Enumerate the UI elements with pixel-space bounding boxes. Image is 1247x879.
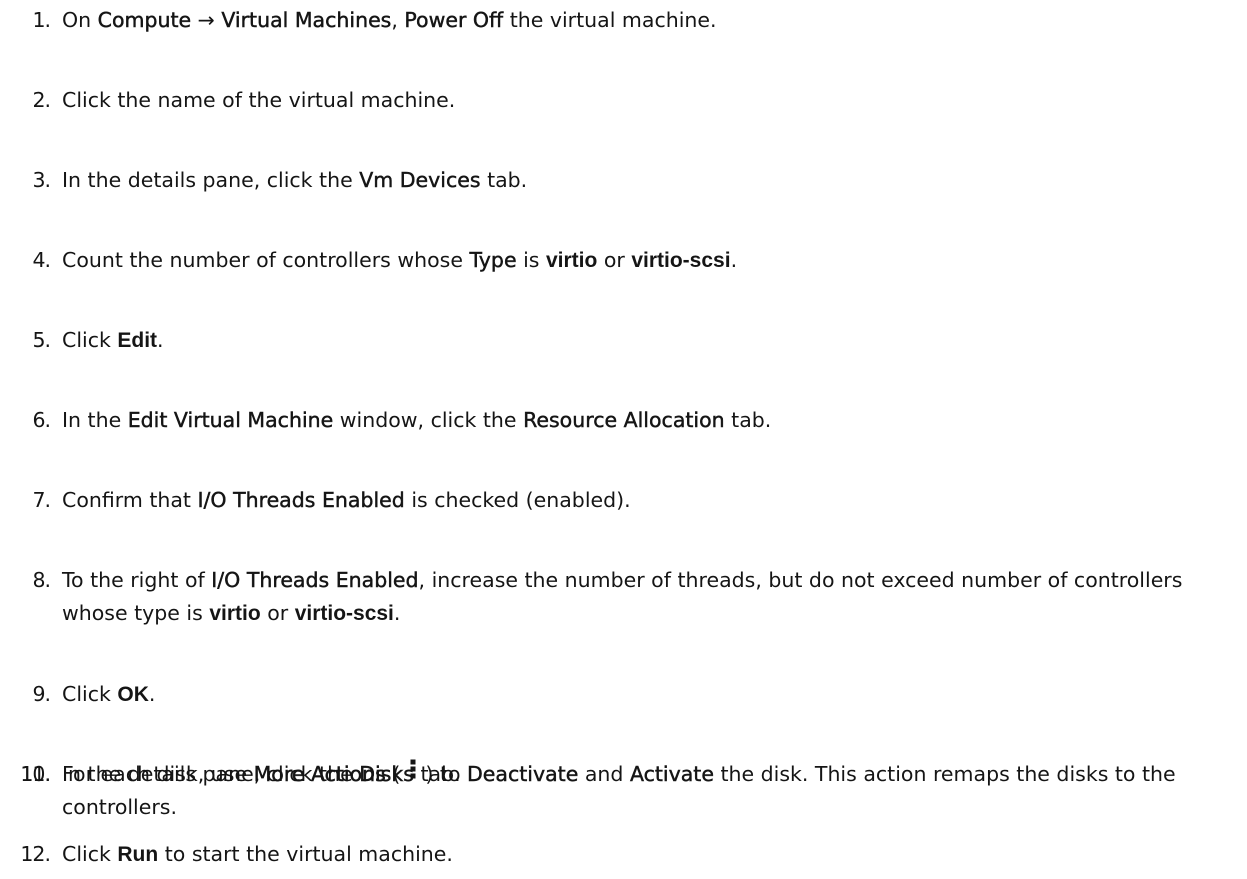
kebab-icon [410,759,416,779]
step-number: 6. [32,408,51,432]
step-fragment: tab. [480,168,528,192]
ui-term: Power Off [404,8,504,32]
step-fragment: In the [62,408,128,432]
step-text: In the details pane, click the Vm Device… [62,164,1227,197]
step-fragment: or [597,248,632,272]
ui-term: I/O Threads Enabled [211,568,419,592]
step-fragment: is [516,248,546,272]
step-fragment: Click [62,842,118,866]
ui-term: Edit Virtual Machine [127,408,334,432]
step-text: Confirm that I/O Threads Enabled is chec… [62,484,1227,517]
step-fragment: or [260,601,295,625]
step-text: Click the name of the virtual machine. [62,84,1227,117]
command-term: virtio [209,602,261,625]
step-number: 9. [32,682,51,706]
step-number: 5. [32,328,51,352]
ui-term: Type [469,248,517,272]
step-fragment: the virtual machine. [503,8,717,32]
step-fragment: . [157,328,164,352]
step-number: 12. [20,842,51,866]
step-fragment: to start the virtual machine. [158,842,453,866]
step-fragment: On [62,8,98,32]
step-fragment: → [191,8,222,32]
step-text: On Compute → Virtual Machines, Power Off… [62,4,1227,37]
step-number: 3. [32,168,51,192]
step-fragment: Count the number of controllers whose [62,248,470,272]
step-number: 1. [32,8,51,32]
ui-term: I/O Threads Enabled [197,488,405,512]
step-fragment: Confirm that [62,488,198,512]
ui-term: More Actions [253,762,386,786]
command-term: virtio [545,249,598,272]
step-fragment: . [148,682,156,706]
step-fragment: . [730,248,738,272]
ui-term: Virtual Machines [221,8,392,32]
step-fragment: Click [62,682,118,706]
ui-term: Resource Allocation [523,408,725,432]
step-text: To the right of I/O Threads Enabled, inc… [62,564,1227,630]
command-term: Run [117,843,159,866]
step-fragment: Click [62,328,118,352]
step-fragment: . [393,601,401,625]
step-fragment: For each disk, use [62,762,254,786]
step-number: 2. [32,88,51,112]
step-fragment: tab. [724,408,772,432]
step-fragment: and [578,762,630,786]
command-term: OK [117,683,149,706]
step-fragment: , [391,8,405,32]
step-fragment: Click the name of the virtual machine. [62,88,456,112]
step-number: 8. [32,568,51,592]
command-term: virtio-scsi [631,249,731,272]
step-text: For each disk, use More Actions ( ) to D… [62,758,1227,824]
step-fragment: window, click the [333,408,524,432]
ui-term: Vm Devices [359,168,481,192]
step-text: Click Edit. [62,324,1227,357]
step-fragment: ) to [418,762,468,786]
step-number: 11. [20,762,51,786]
command-term: Edit [117,329,158,352]
step-text: Count the number of controllers whose Ty… [62,244,1227,277]
step-text: Click OK. [62,678,1227,711]
step-fragment: To the right of [62,568,212,592]
step-text: In the Edit Virtual Machine window, clic… [62,404,1227,437]
step-number: 4. [32,248,51,272]
step-fragment: is checked (enabled). [404,488,631,512]
ui-term: Compute [97,8,192,32]
step-fragment: In the details pane, click the [62,168,360,192]
step-number: 7. [32,488,51,512]
command-term: virtio-scsi [294,602,394,625]
step-text: Click Run to start the virtual machine. [62,838,1227,871]
ui-term: Deactivate [467,762,579,786]
step-fragment: ( [385,762,407,786]
ui-term: Activate [629,762,714,786]
